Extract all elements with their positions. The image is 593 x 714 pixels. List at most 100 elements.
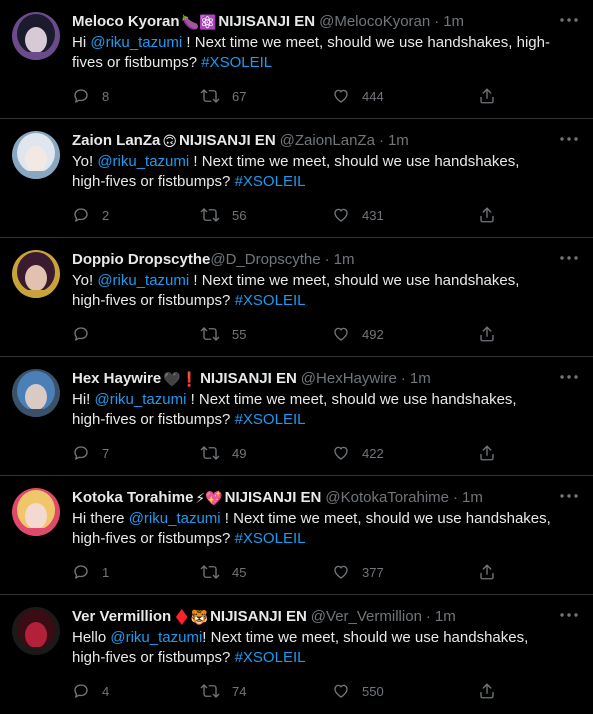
- timestamp[interactable]: 1m: [443, 12, 464, 32]
- reply-button[interactable]: 4: [72, 680, 109, 702]
- like-count: 550: [362, 683, 384, 699]
- mention-link[interactable]: @riku_tazumi: [110, 629, 202, 646]
- share-button[interactable]: [478, 680, 496, 702]
- like-button[interactable]: 422: [332, 442, 384, 464]
- hashtag-link[interactable]: #XSOLEIL: [235, 173, 306, 190]
- retweet-count: 74: [232, 683, 247, 699]
- separator-dot: ·: [378, 132, 384, 149]
- avatar[interactable]: [12, 250, 60, 298]
- timestamp[interactable]: 1m: [388, 131, 409, 151]
- tweet-text: Hi! @riku_tazumi ! Next time we meet, sh…: [72, 390, 577, 430]
- reply-count: 8: [102, 88, 110, 104]
- retweet-button[interactable]: 56: [200, 204, 246, 226]
- retweet-button[interactable]: 45: [200, 561, 246, 583]
- share-button[interactable]: [478, 85, 496, 107]
- share-icon: [480, 445, 494, 461]
- hashtag-link[interactable]: #XSOLEIL: [235, 411, 306, 428]
- reply-count: 2: [102, 207, 110, 223]
- hashtag-link[interactable]: #XSOLEIL: [201, 54, 272, 71]
- share-button[interactable]: [478, 323, 496, 345]
- mention-link[interactable]: @riku_tazumi: [129, 510, 221, 527]
- mention-link[interactable]: @riku_tazumi: [90, 34, 182, 51]
- share-icon: [480, 207, 494, 223]
- heart-icon: [334, 684, 348, 698]
- user-handle[interactable]: @Ver_Vermillion: [311, 607, 422, 627]
- retweet-icon: [200, 89, 220, 103]
- more-dots-icon[interactable]: [559, 129, 579, 149]
- tweet[interactable]: Zaion LanZa 🙃 NIJISANJI EN @ZaionLanZa ·…: [0, 119, 593, 238]
- reply-count: 1: [102, 564, 110, 580]
- tweet[interactable]: Doppio Dropscythe @D_Dropscythe · 1m Yo!…: [0, 238, 593, 357]
- tweet[interactable]: Meloco Kyoran 🍆⚛️ NIJISANJI EN @MelocoKy…: [0, 0, 593, 119]
- reply-button[interactable]: 1: [72, 561, 109, 583]
- tweet-text: Yo! @riku_tazumi ! Next time we meet, sh…: [72, 271, 577, 311]
- share-button[interactable]: [478, 561, 496, 583]
- timestamp[interactable]: 1m: [462, 488, 483, 508]
- more-dots-icon[interactable]: [559, 486, 579, 506]
- retweet-button[interactable]: 74: [200, 680, 246, 702]
- user-handle[interactable]: @MelocoKyoran: [319, 12, 430, 32]
- hashtag-link[interactable]: #XSOLEIL: [235, 530, 306, 547]
- tweet[interactable]: Hex Haywire 🖤❗ NIJISANJI EN @HexHaywire …: [0, 357, 593, 476]
- retweet-button[interactable]: 55: [200, 323, 246, 345]
- tweet[interactable]: Ver Vermillion ♦️🐯 NIJISANJI EN @Ver_Ver…: [0, 595, 593, 714]
- tweet-header: Kotoka Torahime ⚡💖 NIJISANJI EN @KotokaT…: [72, 488, 577, 508]
- hashtag-link[interactable]: #XSOLEIL: [235, 649, 306, 666]
- avatar[interactable]: [12, 488, 60, 536]
- reply-button[interactable]: 2: [72, 204, 109, 226]
- timestamp[interactable]: 1m: [435, 607, 456, 627]
- like-button[interactable]: 377: [332, 561, 384, 583]
- display-name[interactable]: Meloco Kyoran: [72, 12, 180, 32]
- reply-bubble-icon: [74, 327, 88, 341]
- tweet-text-prefix: Yo!: [72, 272, 98, 289]
- avatar[interactable]: [12, 369, 60, 417]
- user-handle[interactable]: @HexHaywire: [301, 369, 397, 389]
- like-button[interactable]: 550: [332, 680, 384, 702]
- name-emojis: 🖤❗: [163, 371, 199, 387]
- display-name[interactable]: Ver Vermillion: [72, 607, 171, 627]
- display-name[interactable]: Zaion LanZa: [72, 131, 160, 151]
- separator-dot: ·: [324, 251, 330, 268]
- like-button[interactable]: 492: [332, 323, 384, 345]
- more-dots-icon[interactable]: [559, 367, 579, 387]
- mention-link[interactable]: @riku_tazumi: [97, 153, 189, 170]
- user-handle[interactable]: @KotokaTorahime: [325, 488, 449, 508]
- timestamp[interactable]: 1m: [410, 369, 431, 389]
- like-button[interactable]: 431: [332, 204, 384, 226]
- share-icon: [480, 683, 494, 699]
- org-label: NIJISANJI EN: [200, 370, 297, 387]
- display-name[interactable]: Hex Haywire: [72, 369, 161, 389]
- more-dots-icon[interactable]: [559, 10, 579, 30]
- org-label: NIJISANJI EN: [210, 608, 307, 625]
- user-handle[interactable]: @D_Dropscythe: [210, 250, 320, 270]
- reply-count: 4: [102, 683, 110, 699]
- display-name[interactable]: Doppio Dropscythe: [72, 250, 210, 270]
- reply-button[interactable]: 7: [72, 442, 109, 464]
- separator-dot: ·: [434, 13, 440, 30]
- reply-button[interactable]: [72, 323, 102, 345]
- mention-link[interactable]: @riku_tazumi: [95, 391, 187, 408]
- more-dots-icon[interactable]: [559, 248, 579, 268]
- mention-link[interactable]: @riku_tazumi: [97, 272, 189, 289]
- share-button[interactable]: [478, 204, 496, 226]
- reply-count: 7: [102, 445, 110, 461]
- tweet-actions: 2 56 431: [72, 204, 512, 226]
- avatar[interactable]: [12, 607, 60, 655]
- avatar[interactable]: [12, 12, 60, 60]
- more-dots-icon[interactable]: [559, 605, 579, 625]
- retweet-button[interactable]: 67: [200, 85, 246, 107]
- hashtag-link[interactable]: #XSOLEIL: [235, 292, 306, 309]
- retweet-count: 49: [232, 445, 247, 461]
- like-button[interactable]: 444: [332, 85, 384, 107]
- timestamp[interactable]: 1m: [334, 250, 355, 270]
- tweet[interactable]: Kotoka Torahime ⚡💖 NIJISANJI EN @KotokaT…: [0, 476, 593, 595]
- retweet-button[interactable]: 49: [200, 442, 246, 464]
- tweet-header: Hex Haywire 🖤❗ NIJISANJI EN @HexHaywire …: [72, 369, 577, 389]
- reply-button[interactable]: 8: [72, 85, 109, 107]
- display-name[interactable]: Kotoka Torahime: [72, 488, 193, 508]
- avatar-image: [12, 607, 60, 655]
- share-button[interactable]: [478, 442, 496, 464]
- avatar[interactable]: [12, 131, 60, 179]
- user-handle[interactable]: @ZaionLanZa: [280, 131, 375, 151]
- retweet-icon: [200, 446, 220, 460]
